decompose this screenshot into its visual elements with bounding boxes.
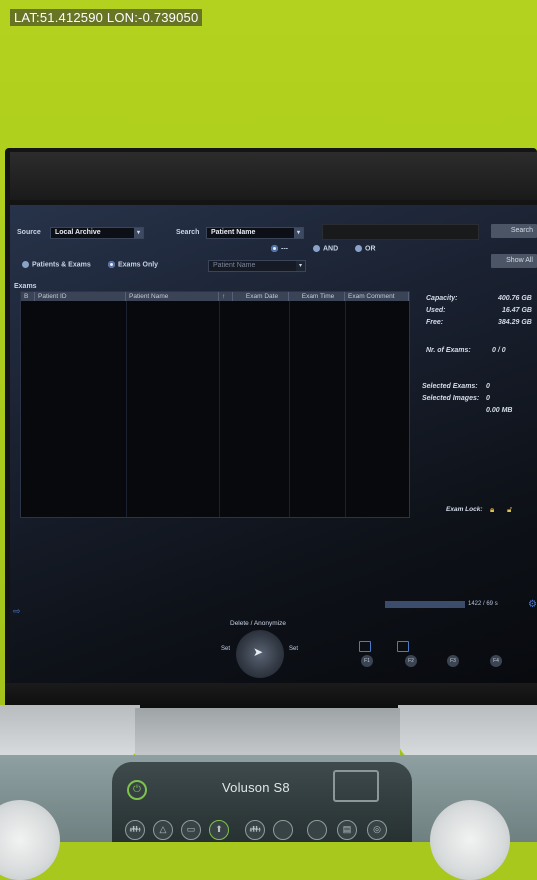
- monitor-stand-left: [0, 705, 140, 760]
- show-all-button[interactable]: Show All: [491, 254, 537, 268]
- mode-exams-only[interactable]: Exams Only: [108, 261, 158, 268]
- set-right-label: Set: [289, 646, 299, 652]
- patient-icon[interactable]: 👪︎: [125, 820, 145, 840]
- exams-table[interactable]: B Patient ID Patient Name ↑ Exam Date Ex…: [20, 291, 410, 518]
- family-icon[interactable]: 👪︎: [245, 820, 265, 840]
- source-value: Local Archive: [55, 229, 101, 236]
- search-field-value: Patient Name: [211, 229, 256, 236]
- radio-none[interactable]: ---: [271, 245, 288, 252]
- column-divider: [289, 301, 290, 517]
- set-left-label: Set: [221, 646, 231, 652]
- gps-overlay: LAT:51.412590 LON:-0.739050: [10, 9, 203, 26]
- radio-icon: [22, 261, 29, 268]
- used-label: Used:: [426, 307, 446, 314]
- gear-icon[interactable]: ⚙: [528, 599, 537, 610]
- nr-exams-value: 0 / 0: [492, 347, 506, 354]
- lock-open-icon[interactable]: 🔓︎: [507, 505, 512, 515]
- report-icon[interactable]: ▭: [181, 820, 201, 840]
- print-icon[interactable]: ▤: [337, 820, 357, 840]
- nr-exams-label: Nr. of Exams:: [426, 347, 471, 354]
- chevron-down-icon: ▾: [134, 228, 143, 238]
- radio-icon: [313, 245, 320, 252]
- mode-patients-exams[interactable]: Patients & Exams: [22, 261, 91, 268]
- monitor-stand-right: [398, 705, 537, 760]
- radio-or[interactable]: OR: [355, 245, 376, 252]
- monitor-top-frame: [10, 152, 537, 200]
- selected-exams-label: Selected Exams:: [422, 383, 478, 390]
- power-icon[interactable]: ⏻: [127, 780, 147, 800]
- capacity-label: Capacity:: [426, 295, 458, 302]
- free-label: Free:: [426, 319, 444, 326]
- f1-key[interactable]: F1: [361, 655, 373, 667]
- capacity-value: 400.76 GB: [498, 295, 532, 302]
- save-as-icon: [397, 641, 409, 652]
- radio-selected-icon: [271, 245, 278, 252]
- column-divider: [219, 301, 220, 517]
- col-exam-date[interactable]: Exam Date: [233, 292, 289, 301]
- f4-key[interactable]: F4: [490, 655, 502, 667]
- col-patient-id[interactable]: Patient ID: [35, 292, 126, 301]
- selected-images-label: Selected Images:: [422, 395, 480, 402]
- ultrasound-screen: Source Local Archive ▾ Search Patient Na…: [10, 205, 537, 683]
- search-input[interactable]: [322, 224, 479, 240]
- probe-icon[interactable]: △: [153, 820, 173, 840]
- monitor-arm: [135, 708, 400, 758]
- col-patient-name[interactable]: Patient Name: [126, 292, 219, 301]
- source-label: Source: [17, 229, 41, 236]
- right-knob: [430, 800, 510, 880]
- table-header: B Patient ID Patient Name ↑ Exam Date Ex…: [21, 292, 409, 301]
- brand-label: Voluson S8: [222, 780, 290, 795]
- exit-icon[interactable]: ⇨: [13, 606, 21, 617]
- sort-arrow-icon[interactable]: ↑: [219, 292, 233, 301]
- column-divider: [126, 301, 127, 517]
- settings-key-icon[interactable]: ◎: [367, 820, 387, 840]
- display-button[interactable]: [333, 770, 379, 802]
- save-icon: [359, 641, 371, 652]
- col-b[interactable]: B: [21, 292, 35, 301]
- exams-title: Exams: [14, 283, 37, 290]
- col-exam-time[interactable]: Exam Time: [289, 292, 345, 301]
- source-dropdown[interactable]: Local Archive ▾: [50, 227, 144, 239]
- radio-and[interactable]: AND: [313, 245, 338, 252]
- search-label: Search: [176, 229, 200, 236]
- lock-closed-icon[interactable]: 🔒︎: [490, 505, 494, 515]
- cursor-icon: ➤: [253, 645, 264, 659]
- used-value: 16.47 GB: [502, 307, 532, 314]
- progress-text: 1422 / 69 s: [468, 601, 498, 607]
- selected-images-value: 0: [486, 395, 490, 402]
- search-field-dropdown[interactable]: Patient Name ▾: [206, 227, 304, 239]
- radio-icon: [355, 245, 362, 252]
- selected-exams-value: 0: [486, 383, 490, 390]
- radio-selected-icon: [108, 261, 115, 268]
- chevron-down-icon: ▾: [296, 261, 305, 271]
- f3-key[interactable]: F3: [447, 655, 459, 667]
- f2-key[interactable]: F2: [405, 655, 417, 667]
- col-exam-comment[interactable]: Exam Comment: [345, 292, 409, 301]
- chevron-down-icon: ▾: [294, 228, 303, 238]
- key-button[interactable]: [273, 820, 293, 840]
- progress-bar: [385, 601, 465, 608]
- selected-size-value: 0.00 MB: [486, 407, 513, 414]
- secondary-search-dropdown[interactable]: Patient Name ▾: [208, 260, 306, 272]
- free-value: 384.29 GB: [498, 319, 532, 326]
- archive-icon[interactable]: ⬆: [209, 820, 229, 840]
- search-button[interactable]: Search: [491, 224, 537, 238]
- exam-lock-label: Exam Lock:: [446, 506, 483, 513]
- column-divider: [345, 301, 346, 517]
- key-button[interactable]: [307, 820, 327, 840]
- delete-anonymize-label: Delete / Anonymize: [230, 620, 287, 627]
- secondary-search-value: Patient Name: [213, 262, 256, 269]
